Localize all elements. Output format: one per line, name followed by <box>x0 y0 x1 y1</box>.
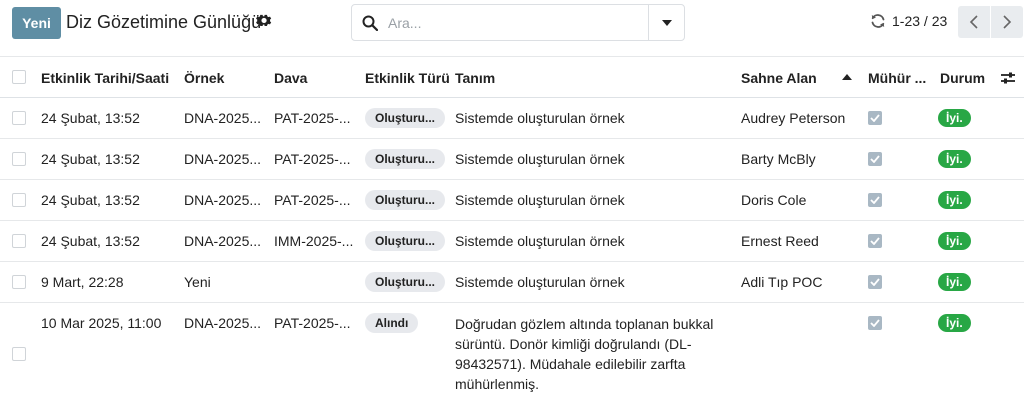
cell-sample: DNA-2025... <box>184 192 262 208</box>
event-type-tag: Oluşturu... <box>365 231 445 251</box>
event-type-tag: Oluşturu... <box>365 190 445 210</box>
status-badge: İyi. <box>938 314 971 332</box>
row-checkbox[interactable] <box>12 193 26 207</box>
row-checkbox[interactable] <box>12 234 26 248</box>
status-badge: İyi. <box>938 273 971 291</box>
column-header-seal[interactable]: Mühür ... <box>868 70 926 86</box>
page-title: Diz Gözetimine Günlüğü <box>66 12 262 32</box>
event-type-tag: Oluşturu... <box>365 149 445 169</box>
control-panel: Yeni Diz Gözetimine Günlüğü 1-23 / 23 <box>0 0 1024 56</box>
event-type-tag: Alındı <box>365 313 419 333</box>
search-options-toggle[interactable] <box>648 5 684 40</box>
search-box <box>351 4 685 41</box>
seal-checkbox-checked <box>868 193 882 207</box>
gear-icon[interactable] <box>256 13 272 29</box>
cell-scene: Adli Tıp POC <box>741 274 823 290</box>
seal-checkbox-checked <box>868 316 882 330</box>
check-icon <box>870 196 880 204</box>
seal-checkbox-checked <box>868 275 882 289</box>
cell-sample: Yeni <box>184 274 211 290</box>
seal-checkbox-checked <box>868 111 882 125</box>
search-input[interactable] <box>388 11 648 35</box>
chevron-left-icon <box>969 15 978 29</box>
cell-date: 10 Mar 2025, 11:00 <box>41 315 162 331</box>
search-icon <box>362 15 378 31</box>
list-table: Etkinlik Tarihi/Saati Örnek Dava Etkinli… <box>0 56 1024 403</box>
seal-checkbox-checked <box>868 152 882 166</box>
column-header-scene[interactable]: Sahne Alan <box>741 70 817 86</box>
chevron-right-icon <box>1003 15 1012 29</box>
check-icon <box>870 278 880 286</box>
refresh-icon[interactable] <box>870 13 886 29</box>
cell-sample: DNA-2025... <box>184 233 262 249</box>
cell-case: IMM-2025-... <box>274 233 354 249</box>
check-icon <box>870 319 880 327</box>
status-badge: İyi. <box>938 232 971 250</box>
row-checkbox[interactable] <box>12 152 26 166</box>
row-checkbox[interactable] <box>12 347 26 361</box>
cell-case: PAT-2025-... <box>274 192 351 208</box>
caret-down-icon <box>661 19 672 26</box>
status-badge: İyi. <box>938 191 971 209</box>
table-header: Etkinlik Tarihi/Saati Örnek Dava Etkinli… <box>0 56 1024 98</box>
cell-date: 24 Şubat, 13:52 <box>41 192 140 208</box>
cell-description: Sistemde oluşturulan örnek <box>455 274 625 290</box>
cell-scene: Doris Cole <box>741 192 807 208</box>
cell-description: Sistemde oluşturulan örnek <box>455 192 625 208</box>
column-header-date[interactable]: Etkinlik Tarihi/Saati <box>41 70 169 86</box>
cell-sample: DNA-2025... <box>184 151 262 167</box>
table-row[interactable]: 24 Şubat, 13:52 DNA-2025... IMM-2025-...… <box>0 221 1024 262</box>
table-row[interactable]: 24 Şubat, 13:52 DNA-2025... PAT-2025-...… <box>0 98 1024 139</box>
event-type-tag: Oluşturu... <box>365 272 445 292</box>
sort-ascending-icon <box>842 74 852 80</box>
cell-scene: Barty McBly <box>741 151 816 167</box>
new-button[interactable]: Yeni <box>12 7 61 39</box>
cell-date: 24 Şubat, 13:52 <box>41 233 140 249</box>
cell-date: 9 Mart, 22:28 <box>41 274 124 290</box>
seal-checkbox-checked <box>868 234 882 248</box>
row-checkbox[interactable] <box>12 275 26 289</box>
column-header-sample[interactable]: Örnek <box>184 70 224 86</box>
column-header-event-type[interactable]: Etkinlik Türü <box>365 70 450 86</box>
pager-value[interactable]: 1-23 / 23 <box>892 13 947 29</box>
pager-next-button[interactable] <box>991 6 1023 38</box>
check-icon <box>870 114 880 122</box>
cell-scene: Ernest Reed <box>741 233 819 249</box>
status-badge: İyi. <box>938 150 971 168</box>
check-icon <box>870 237 880 245</box>
cell-sample: DNA-2025... <box>184 110 262 126</box>
cell-case: PAT-2025-... <box>274 110 351 126</box>
cell-sample: DNA-2025... <box>184 315 262 331</box>
cell-case: PAT-2025-... <box>274 315 351 331</box>
status-badge: İyi. <box>938 109 971 127</box>
event-type-tag: Oluşturu... <box>365 108 445 128</box>
check-icon <box>870 155 880 163</box>
column-options-icon[interactable] <box>1000 71 1016 85</box>
table-row[interactable]: 24 Şubat, 13:52 DNA-2025... PAT-2025-...… <box>0 139 1024 180</box>
select-all-checkbox[interactable] <box>12 70 26 84</box>
cell-date: 24 Şubat, 13:52 <box>41 110 140 126</box>
table-row[interactable]: 10 Mar 2025, 11:00 DNA-2025... PAT-2025-… <box>0 303 1024 403</box>
cell-description: Sistemde oluşturulan örnek <box>455 151 625 167</box>
cell-description: Sistemde oluşturulan örnek <box>455 110 625 126</box>
table-row[interactable]: 24 Şubat, 13:52 DNA-2025... PAT-2025-...… <box>0 180 1024 221</box>
row-checkbox[interactable] <box>12 111 26 125</box>
column-header-description[interactable]: Tanım <box>455 70 495 86</box>
table-row[interactable]: 9 Mart, 22:28 Yeni Oluşturu... Sistemde … <box>0 262 1024 303</box>
pager-previous-button[interactable] <box>958 6 990 38</box>
cell-date: 24 Şubat, 13:52 <box>41 151 140 167</box>
cell-scene: Audrey Peterson <box>741 110 846 126</box>
cell-description: Doğrudan gözlem altında toplanan bukkal … <box>455 316 714 392</box>
column-header-case[interactable]: Dava <box>274 70 307 86</box>
column-header-status[interactable]: Durum <box>940 70 985 86</box>
cell-case: PAT-2025-... <box>274 151 351 167</box>
cell-description: Sistemde oluşturulan örnek <box>455 233 625 249</box>
